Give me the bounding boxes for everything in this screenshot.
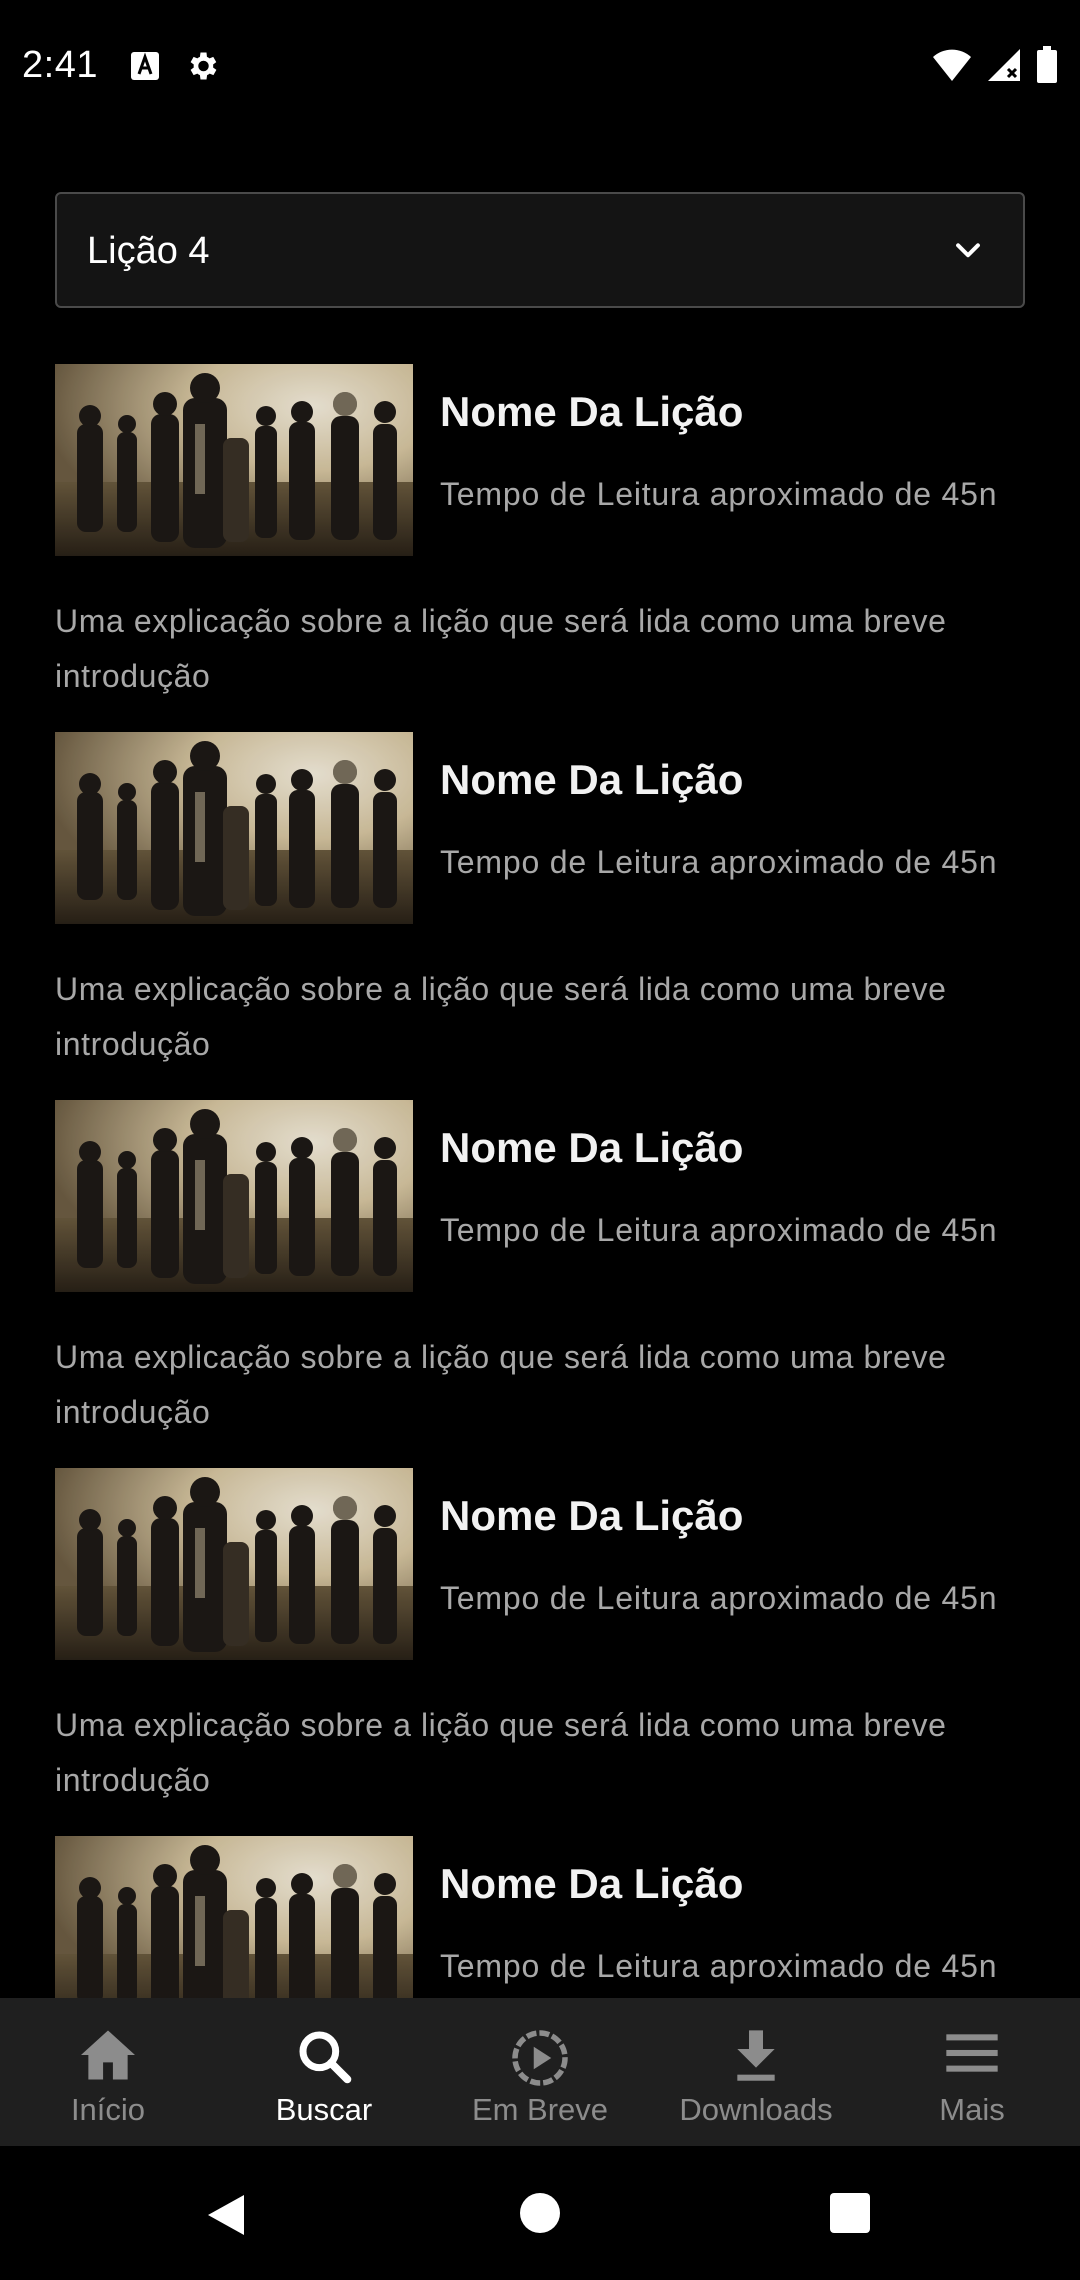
wifi-icon xyxy=(932,47,972,88)
menu-icon xyxy=(944,2028,1000,2083)
lesson-item[interactable]: Nome Da Lição Tempo de Leitura aproximad… xyxy=(0,732,1080,1100)
lesson-item[interactable]: Nome Da Lição Tempo de Leitura aproximad… xyxy=(0,1468,1080,1836)
nav-item-mais[interactable]: Mais xyxy=(864,1998,1080,2146)
status-bar: 2:41 xyxy=(0,0,1080,136)
lesson-thumbnail xyxy=(55,732,413,924)
lesson-thumbnail xyxy=(55,1836,413,1998)
nav-item-buscar[interactable]: Buscar xyxy=(216,1998,432,2146)
nav-item-downloads[interactable]: Downloads xyxy=(648,1998,864,2146)
lesson-description: Uma explicação sobre a lição que será li… xyxy=(55,971,947,1062)
download-icon xyxy=(731,2028,781,2089)
gear-icon xyxy=(184,48,220,89)
nav-label: Em Breve xyxy=(471,2092,609,2127)
dropdown-selected-value: Lição 4 xyxy=(87,230,210,272)
home-circle-icon[interactable] xyxy=(518,2191,562,2240)
lesson-item[interactable]: Nome Da Lição Tempo de Leitura aproximad… xyxy=(0,364,1080,732)
lesson-reading-time: Tempo de Leitura aproximado de 45n xyxy=(440,1948,998,1984)
nav-item-inicio[interactable]: Início xyxy=(0,1998,216,2146)
lesson-reading-time: Tempo de Leitura aproximado de 45n xyxy=(440,1580,998,1616)
lesson-title: Nome Da Lição xyxy=(440,1860,744,1907)
play-circle-icon xyxy=(510,2028,570,2093)
recents-icon[interactable] xyxy=(828,2191,872,2240)
lesson-title: Nome Da Lição xyxy=(440,756,744,803)
back-icon[interactable] xyxy=(204,2191,248,2244)
nav-label: Início xyxy=(70,2092,146,2127)
text-a-icon xyxy=(130,51,160,86)
nav-label: Mais xyxy=(939,2092,1005,2127)
lesson-item[interactable]: Nome Da Lição Tempo de Leitura aproximad… xyxy=(0,1836,1080,1998)
bottom-navigation: Início Buscar Em Breve Downloads Mais xyxy=(0,1998,1080,2146)
lesson-title: Nome Da Lição xyxy=(440,388,744,435)
nav-label: Buscar xyxy=(275,2092,373,2127)
lesson-thumbnail xyxy=(55,1468,413,1660)
lesson-list[interactable]: Nome Da Lição Tempo de Leitura aproximad… xyxy=(0,364,1080,1998)
lesson-reading-time: Tempo de Leitura aproximado de 45n xyxy=(440,844,998,880)
status-time: 2:41 xyxy=(22,44,98,86)
system-navigation xyxy=(0,2146,1080,2280)
home-icon xyxy=(78,2028,138,2087)
lesson-title: Nome Da Lição xyxy=(440,1492,744,1539)
lesson-description: Uma explicação sobre a lição que será li… xyxy=(55,1707,947,1798)
battery-icon xyxy=(1036,46,1058,89)
lesson-dropdown[interactable]: Lição 4 xyxy=(55,192,1025,308)
nav-label: Downloads xyxy=(679,2092,833,2127)
lesson-reading-time: Tempo de Leitura aproximado de 45n xyxy=(440,1212,998,1248)
signal-icon xyxy=(986,47,1022,88)
nav-item-em-breve[interactable]: Em Breve xyxy=(432,1998,648,2146)
lesson-description: Uma explicação sobre a lição que será li… xyxy=(55,1339,947,1430)
search-icon xyxy=(296,2028,352,2089)
lesson-reading-time: Tempo de Leitura aproximado de 45n xyxy=(440,476,998,512)
chevron-down-icon xyxy=(951,234,985,273)
lesson-thumbnail xyxy=(55,364,413,556)
lesson-thumbnail xyxy=(55,1100,413,1292)
lesson-item[interactable]: Nome Da Lição Tempo de Leitura aproximad… xyxy=(0,1100,1080,1468)
lesson-description: Uma explicação sobre a lição que será li… xyxy=(55,603,947,694)
lesson-title: Nome Da Lição xyxy=(440,1124,744,1171)
